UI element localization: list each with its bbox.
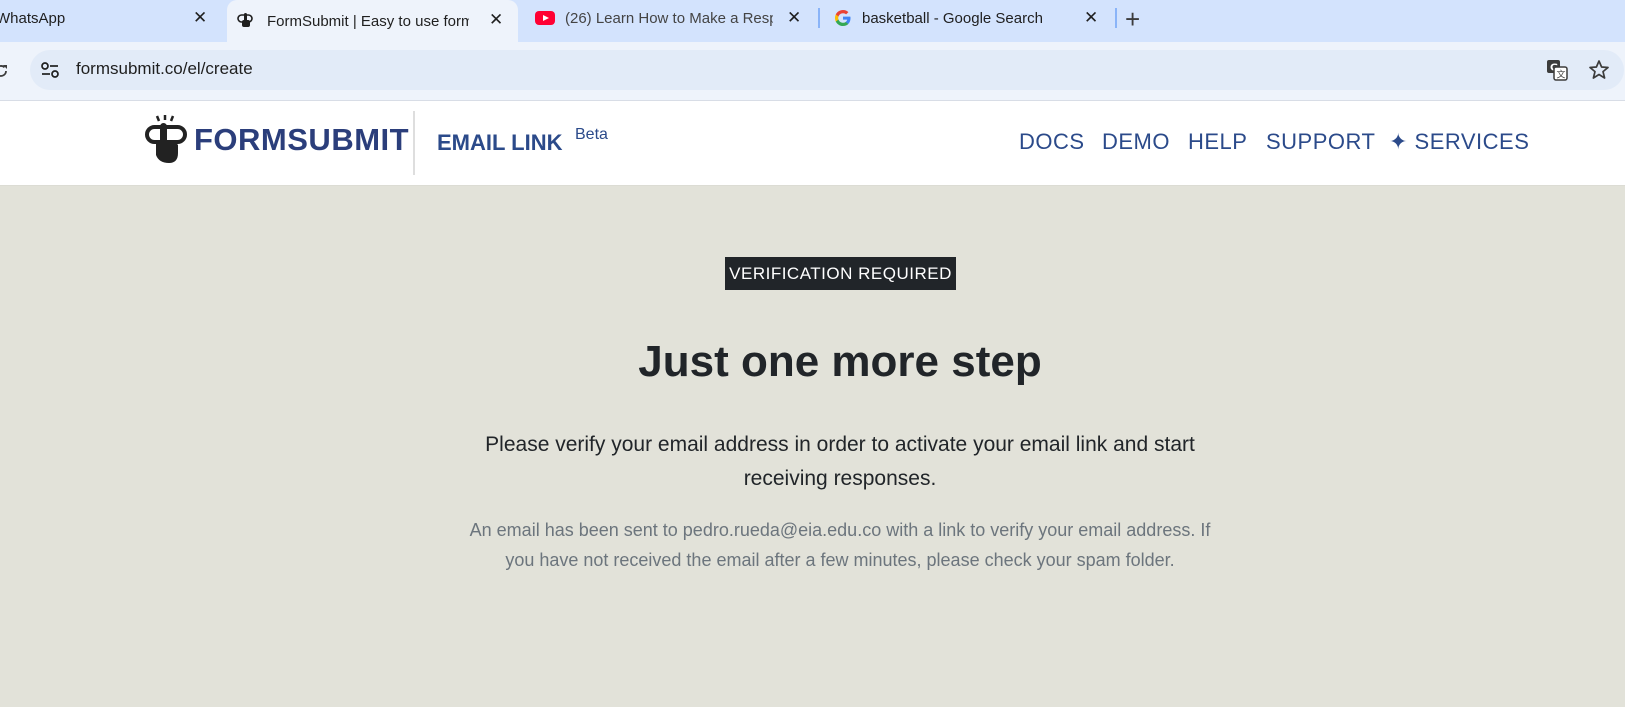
- email-sent-note: An email has been sent to pedro.rueda@ei…: [469, 520, 1211, 570]
- close-icon[interactable]: ✕: [1084, 8, 1098, 28]
- svg-text:文: 文: [1557, 69, 1566, 81]
- verify-instructions: Please verify your email address in orde…: [485, 433, 1195, 490]
- nav-help[interactable]: HELP: [1188, 129, 1247, 155]
- tab-formsubmit[interactable]: FormSubmit | Easy to use form b ✕: [227, 0, 518, 42]
- verification-badge: VERIFICATION REQUIRED: [725, 257, 956, 290]
- translate-icon[interactable]: G 文: [1546, 59, 1568, 81]
- tab-separator: [1115, 8, 1117, 28]
- address-bar-row: formsubmit.co/el/create G 文: [0, 42, 1625, 101]
- close-icon[interactable]: ✕: [787, 8, 801, 28]
- site-settings-icon[interactable]: [40, 61, 60, 79]
- tab-youtube[interactable]: (26) Learn How to Make a Resp ✕: [525, 0, 808, 36]
- nav-demo[interactable]: DEMO: [1102, 129, 1170, 155]
- nav-support[interactable]: SUPPORT: [1266, 129, 1375, 155]
- close-icon[interactable]: ✕: [489, 10, 503, 30]
- tab-google[interactable]: basketball - Google Search ✕: [825, 0, 1108, 36]
- tab-title: (26) Learn How to Make a Resp: [565, 9, 773, 27]
- nav-services[interactable]: ✦ SERVICES: [1389, 129, 1529, 155]
- close-icon[interactable]: ✕: [193, 8, 207, 28]
- tab-strip: WhatsApp ✕ FormSubmit | Easy to use form…: [0, 0, 1625, 42]
- pointing-hand-icon: [145, 115, 187, 163]
- page-title: Just one more step: [638, 337, 1042, 386]
- beta-label: Beta: [575, 126, 608, 143]
- new-tab-button[interactable]: +: [1125, 4, 1140, 35]
- google-icon: [835, 10, 851, 26]
- site-header: FORMSUBMIT EMAIL LINK Beta DOCS DEMO HEL…: [0, 101, 1625, 186]
- omnibox[interactable]: formsubmit.co/el/create G 文: [30, 50, 1624, 90]
- url-text[interactable]: formsubmit.co/el/create: [76, 59, 253, 79]
- nav-docs[interactable]: DOCS: [1019, 129, 1085, 155]
- youtube-icon: [535, 11, 555, 25]
- tab-title: basketball - Google Search: [862, 9, 1043, 27]
- bookmark-star-icon[interactable]: [1588, 59, 1610, 81]
- logo-text: FORMSUBMIT: [194, 122, 410, 157]
- header-divider: [413, 111, 415, 175]
- product-name: EMAIL LINK: [437, 130, 563, 155]
- formsubmit-favicon-icon: [237, 13, 253, 27]
- tab-title: WhatsApp: [0, 9, 66, 27]
- tab-whatsapp[interactable]: WhatsApp ✕: [0, 0, 220, 36]
- reload-icon[interactable]: [0, 62, 10, 80]
- tab-separator: [818, 8, 820, 28]
- tab-title: FormSubmit | Easy to use form b: [267, 12, 469, 30]
